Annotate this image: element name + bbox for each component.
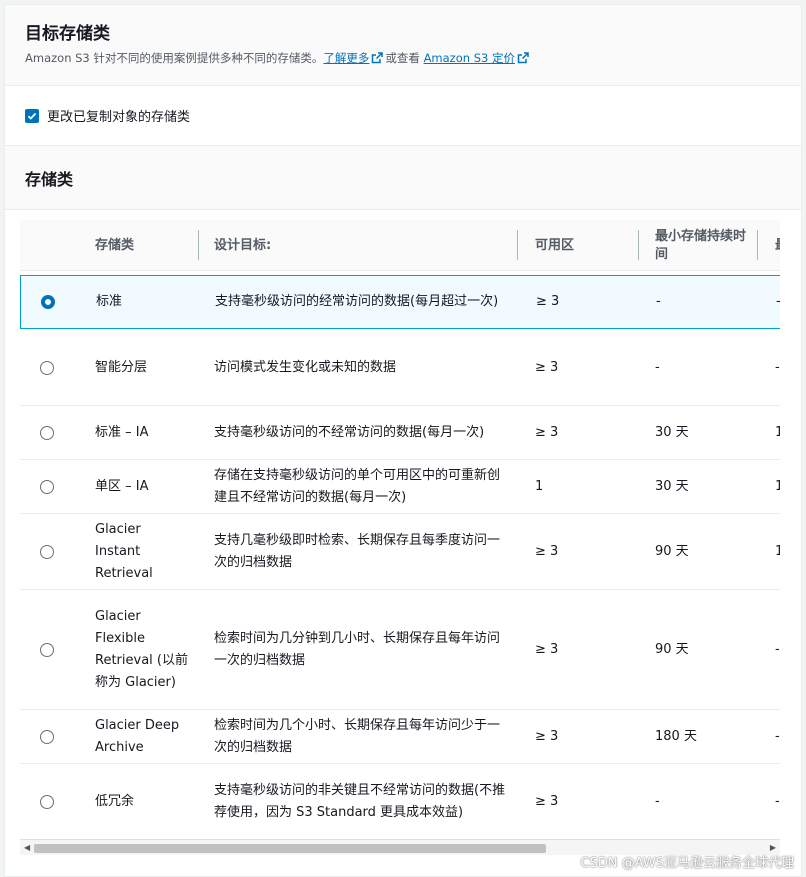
external-link-icon[interactable]	[371, 52, 384, 64]
storage-class-name: Glacier Instant Retrieval	[95, 521, 153, 581]
pricing-link[interactable]: Amazon S3 定价	[424, 51, 515, 65]
column-divider[interactable]	[638, 230, 639, 260]
design-goal: 访问模式发生变化或未知的数据	[214, 359, 397, 375]
min-duration: -	[655, 359, 660, 375]
column-header-min-duration[interactable]: 最小存储持续时间	[655, 220, 747, 271]
extra-value: 1:	[775, 424, 780, 440]
watermark: CSDN @AWS亚马逊云服务全球代理	[580, 856, 795, 871]
extra-value: 1:	[775, 543, 780, 559]
section-title: 存储类	[25, 169, 74, 189]
table-row[interactable]: 标准 – IA 支持毫秒级访问的不经常访问的数据(每月一次) ≥ 3 30 天 …	[20, 406, 780, 460]
availability-zones: ≥ 3	[536, 294, 560, 309]
storage-class-name: 单区 – IA	[95, 478, 149, 494]
radio-icon[interactable]	[41, 295, 55, 309]
table-header: 存储类 设计目标: 可用区 最小存储持续时间 最	[20, 220, 780, 271]
row-radio[interactable]	[40, 406, 56, 459]
availability-zones: ≥ 3	[535, 793, 559, 809]
design-goal: 支持毫秒级访问的不经常访问的数据(每月一次)	[214, 424, 485, 440]
storage-class-section-header: 存储类	[5, 146, 801, 210]
min-duration: -	[655, 793, 660, 809]
column-divider[interactable]	[757, 230, 758, 260]
row-radio[interactable]	[40, 514, 56, 589]
row-radio[interactable]	[40, 764, 56, 839]
storage-class-name: Glacier Flexible Retrieval (以前称为 Glacier…	[95, 608, 188, 690]
description-text: Amazon S3 针对不同的使用案例提供多种不同的存储类。	[25, 51, 324, 65]
change-storage-class-option[interactable]: 更改已复制对象的存储类	[5, 86, 801, 146]
design-goal: 支持几毫秒级即时检索、长期保存且每季度访问一次的归档数据	[214, 532, 501, 570]
column-header-az[interactable]: 可用区	[535, 220, 635, 271]
panel-title: 目标存储类	[25, 24, 110, 44]
storage-class-name: 低冗余	[95, 793, 135, 809]
table-row[interactable]: 单区 – IA 存储在支持毫秒级访问的单个可用区中的可重新创建且不经常访问的数据…	[20, 460, 780, 514]
min-duration: 30 天	[655, 424, 689, 440]
min-duration: 90 天	[655, 543, 689, 559]
design-goal: 支持毫秒级访问的非关键且不经常访问的数据(不推荐使用，因为 S3 Standar…	[214, 782, 506, 820]
storage-class-name: 标准	[96, 294, 123, 309]
row-radio[interactable]	[40, 460, 56, 513]
storage-class-name: 智能分层	[95, 359, 148, 375]
storage-class-name: 标准 – IA	[95, 424, 149, 440]
availability-zones: 1	[535, 478, 544, 494]
column-divider[interactable]	[517, 230, 518, 260]
column-divider[interactable]	[198, 230, 199, 260]
availability-zones: ≥ 3	[535, 424, 559, 440]
panel-description: Amazon S3 针对不同的使用案例提供多种不同的存储类。了解更多 或查看 Am…	[25, 50, 781, 66]
radio-icon[interactable]	[40, 544, 54, 559]
extra-value: -	[775, 793, 780, 809]
column-header-design-goal[interactable]: 设计目标:	[214, 220, 514, 271]
scrollbar-thumb[interactable]	[34, 844, 546, 853]
min-duration: 180 天	[655, 728, 697, 744]
scroll-right-icon[interactable]: ▶	[770, 843, 776, 852]
radio-icon[interactable]	[40, 360, 54, 375]
table-row[interactable]: 低冗余 支持毫秒级访问的非关键且不经常访问的数据(不推荐使用，因为 S3 Sta…	[20, 764, 780, 840]
design-goal: 支持毫秒级访问的经常访问的数据(每月超过一次)	[215, 294, 499, 309]
extra-value: -	[775, 641, 780, 657]
design-goal: 检索时间为几分钟到几小时、长期保存且每年访问一次的归档数据	[214, 630, 501, 668]
panel-header: 目标存储类 Amazon S3 针对不同的使用案例提供多种不同的存储类。了解更多…	[5, 5, 801, 86]
extra-value: -	[775, 728, 780, 744]
min-duration: 30 天	[655, 478, 689, 494]
min-duration: 90 天	[655, 641, 689, 657]
table-row[interactable]: Glacier Flexible Retrieval (以前称为 Glacier…	[20, 590, 780, 710]
row-radio[interactable]	[40, 590, 56, 709]
row-radio[interactable]	[41, 276, 57, 328]
table-row[interactable]: Glacier Deep Archive 检索时间为几个小时、长期保存且每年访问…	[20, 710, 780, 764]
row-radio[interactable]	[40, 330, 56, 405]
or-view-text: 或查看	[385, 51, 420, 65]
availability-zones: ≥ 3	[535, 728, 559, 744]
design-goal: 检索时间为几个小时、长期保存且每年访问少于一次的归档数据	[214, 717, 501, 755]
learn-more-link[interactable]: 了解更多	[323, 51, 369, 65]
change-storage-class-label: 更改已复制对象的存储类	[47, 110, 191, 125]
table-row[interactable]: 标准 支持毫秒级访问的经常访问的数据(每月超过一次) ≥ 3 - -	[20, 275, 780, 329]
availability-zones: ≥ 3	[535, 641, 559, 657]
change-storage-class-checkbox[interactable]	[25, 108, 39, 123]
design-goal: 存储在支持毫秒级访问的单个可用区中的可重新创建且不经常访问的数据(每月一次)	[214, 467, 501, 505]
radio-icon[interactable]	[40, 479, 54, 494]
storage-class-name: Glacier Deep Archive	[95, 717, 180, 755]
extra-value: -	[776, 276, 780, 328]
scroll-left-icon[interactable]: ◀	[24, 843, 30, 852]
table-row[interactable]: 智能分层 访问模式发生变化或未知的数据 ≥ 3 - -	[20, 330, 780, 406]
column-header-extra[interactable]: 最	[775, 220, 780, 271]
availability-zones: ≥ 3	[535, 543, 559, 559]
radio-icon[interactable]	[40, 642, 54, 657]
min-duration: -	[656, 294, 661, 309]
storage-class-table: 存储类 设计目标: 可用区 最小存储持续时间 最 标准 支持毫秒级访问的经常访问…	[20, 220, 780, 854]
availability-zones: ≥ 3	[535, 359, 559, 375]
radio-icon[interactable]	[40, 794, 54, 809]
column-header-storage-class[interactable]: 存储类	[95, 220, 195, 271]
row-radio[interactable]	[40, 710, 56, 763]
extra-value: 1:	[775, 478, 780, 494]
radio-icon[interactable]	[40, 729, 54, 744]
table-row[interactable]: Glacier Instant Retrieval 支持几毫秒级即时检索、长期保…	[20, 514, 780, 590]
radio-icon[interactable]	[40, 425, 54, 440]
external-link-icon[interactable]	[517, 52, 529, 64]
check-icon	[27, 112, 37, 120]
extra-value: -	[775, 359, 780, 375]
